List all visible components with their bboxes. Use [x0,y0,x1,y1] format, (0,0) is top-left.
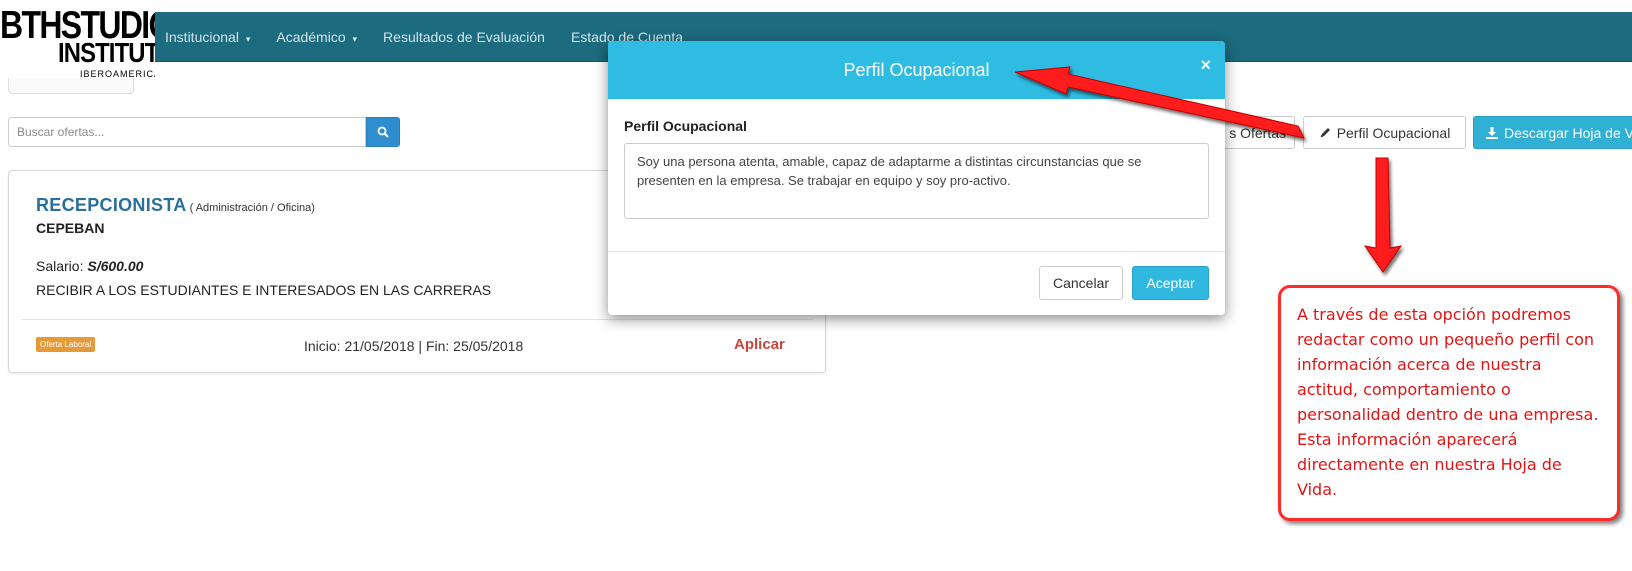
nav-item-academico[interactable]: Académico ▾ [276,29,357,45]
job-salary: Salario: S/600.00 [36,258,143,274]
profile-tab-edge [8,78,134,94]
perfil-button-label: Perfil Ocupacional [1336,124,1451,141]
job-description: RECIBIR A LOS ESTUDIANTES E INTERESADOS … [36,282,492,298]
annotation-callout: A través de esta opción podremos redacta… [1278,285,1620,521]
modal-footer-divider [608,251,1225,252]
nav-item-institucional[interactable]: Institucional ▾ [165,29,250,45]
search-button[interactable] [366,117,400,147]
perfil-ocupacional-button[interactable]: Perfil Ocupacional [1303,116,1466,149]
search-input[interactable] [8,117,366,147]
job-company: CEPEBAN [36,220,105,236]
offer-search [8,117,400,147]
card-divider [21,319,813,320]
job-category: ( Administración / Oficina) [189,202,315,214]
brand-logo[interactable]: BTHSTUDIO INSTITUTE IBEROAMERICANA [0,6,155,88]
arrow-to-callout [1363,157,1403,273]
accept-button[interactable]: Aceptar [1132,266,1209,300]
cancel-button[interactable]: Cancelar [1039,266,1123,300]
caret-down-icon: ▾ [352,34,358,44]
descargar-button-label: Descargar Hoja de V [1504,124,1632,141]
close-icon[interactable]: × [1200,55,1211,76]
offer-type-badge: Oferta Laboral [36,337,96,352]
modal-title: Perfil Ocupacional [843,59,990,80]
nav-label: Institucional [165,29,239,45]
logo-line2: INSTITUTE [58,37,155,68]
caret-down-icon: ▾ [245,34,251,44]
nav-label: Académico [276,29,346,45]
nav-label: Resultados de Evaluación [383,29,545,45]
modal-header: Perfil Ocupacional × [608,41,1225,99]
search-icon [377,126,389,138]
salary-label: Salario: [36,258,84,274]
perfil-field-label: Perfil Ocupacional [624,118,747,134]
perfil-ocupacional-modal: Perfil Ocupacional × Perfil Ocupacional … [608,41,1225,315]
job-title[interactable]: RECEPCIONISTA [36,195,187,215]
job-title-row: RECEPCIONISTA( Administración / Oficina) [36,195,315,216]
perfil-textarea[interactable]: Soy una persona atenta, amable, capaz de… [624,143,1209,219]
pencil-icon [1320,128,1330,138]
salary-value: S/600.00 [87,258,144,274]
apply-link[interactable]: Aplicar [734,336,785,353]
job-dates: Inicio: 21/05/2018 | Fin: 25/05/2018 [304,338,524,354]
descargar-hoja-vida-button[interactable]: Descargar Hoja de V [1473,116,1632,149]
download-icon [1486,126,1498,139]
nav-item-resultados[interactable]: Resultados de Evaluación [383,29,545,45]
